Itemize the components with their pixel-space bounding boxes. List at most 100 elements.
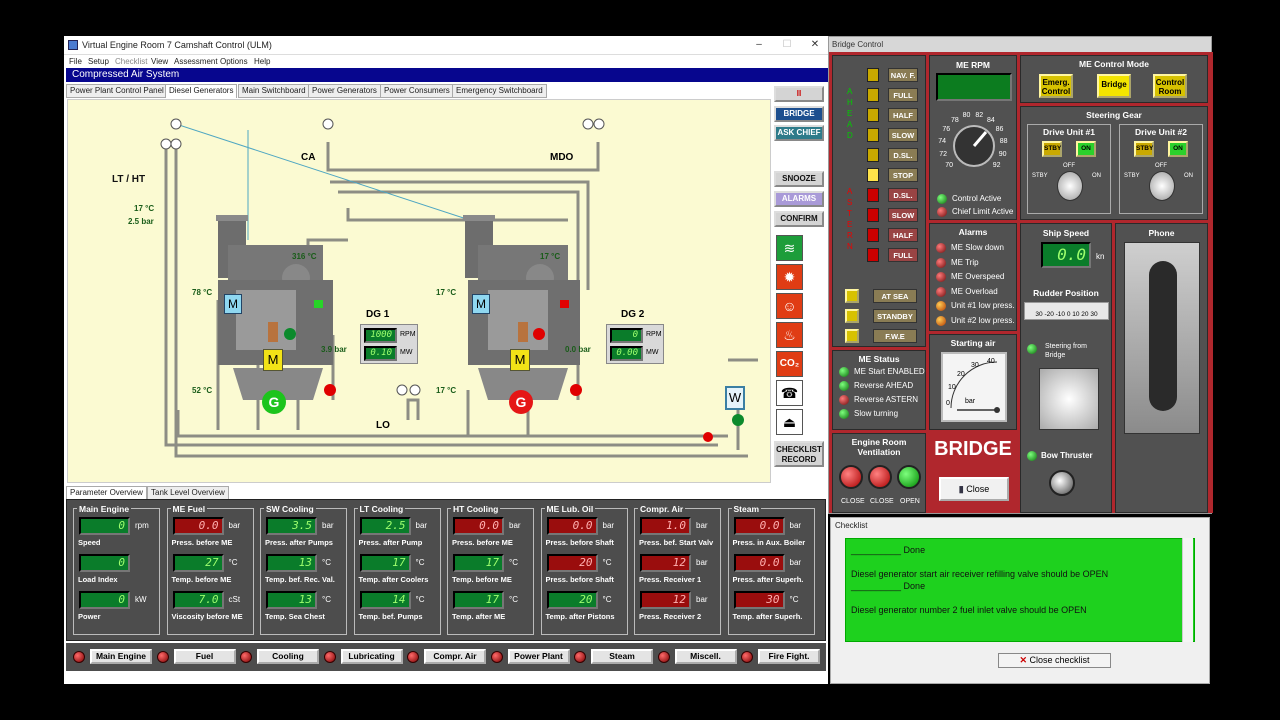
tab-power-generators[interactable]: Power Generators xyxy=(308,84,381,98)
param-group-0: Main Engine 0 rpm Speed 0 Load Index 0 kW Power xyxy=(73,504,160,635)
system-button-lubricating[interactable]: Lubricating xyxy=(340,649,403,664)
emerg-control-button[interactable]: Emerg. Control xyxy=(1039,74,1073,98)
param-label: Temp. bef. Pumps xyxy=(358,612,423,621)
bow-thruster-knob[interactable] xyxy=(1049,470,1075,496)
bilge-icon[interactable]: ≋ xyxy=(776,235,803,261)
du2-off-label: OFF xyxy=(1155,163,1167,169)
minimize-button[interactable]: – xyxy=(752,38,766,52)
param-label: Press. before Shaft xyxy=(545,575,614,584)
system-alarm-lamp xyxy=(741,651,753,663)
menu-options[interactable]: Options xyxy=(220,57,248,66)
control-room-button[interactable]: Control Room xyxy=(1153,74,1187,98)
menu-assessment[interactable]: Assessment xyxy=(174,57,218,66)
steering-wheel-icon[interactable] xyxy=(1039,368,1099,430)
dg1-motor-m[interactable]: M xyxy=(224,294,242,314)
dg2-motor-m[interactable]: M xyxy=(472,294,490,314)
telegraph-ahead-slow[interactable]: SLOW xyxy=(888,128,918,142)
du2-on-button[interactable]: ON xyxy=(1168,141,1188,157)
tab-power-consumers[interactable]: Power Consumers xyxy=(380,84,454,98)
du1-on-button[interactable]: ON xyxy=(1076,141,1096,157)
dg1-generator-g[interactable]: G xyxy=(262,390,286,414)
dg1-pump-m[interactable]: M xyxy=(263,349,283,371)
bridge-mode-button[interactable]: Bridge xyxy=(1097,74,1131,98)
system-button-cooling[interactable]: Cooling xyxy=(257,649,319,664)
tab-diesel-generators[interactable]: Diesel Generators xyxy=(165,84,238,98)
telegraph-astern-dsl[interactable]: D.SL. xyxy=(888,188,918,202)
close-checklist-button[interactable]: ✕ Close checklist xyxy=(998,653,1111,668)
fire-icon[interactable]: ♨ xyxy=(776,322,803,348)
me-status-label: ME Start ENABLED xyxy=(854,367,925,376)
at-sea-button[interactable]: AT SEA xyxy=(873,289,917,303)
alarms-button[interactable]: ALARMS xyxy=(774,191,824,207)
system-button-steam[interactable]: Steam xyxy=(591,649,653,664)
close-window-button[interactable]: ✕ xyxy=(808,38,822,52)
system-button-compr-air[interactable]: Compr. Air xyxy=(424,649,486,664)
du1-stby-button[interactable]: STBY xyxy=(1042,141,1062,157)
du2-stby-button[interactable]: STBY xyxy=(1134,141,1154,157)
menu-checklist[interactable]: Checklist xyxy=(115,57,147,66)
phone-handset-icon[interactable] xyxy=(1124,242,1200,434)
checklist-scrollbar[interactable] xyxy=(1182,538,1193,642)
telegraph-ahead-navf[interactable]: NAV. F. xyxy=(888,68,918,82)
co2-icon[interactable]: CO₂ xyxy=(776,351,803,377)
telegraph-astern-full[interactable]: FULL xyxy=(888,248,918,262)
pause-button[interactable]: II xyxy=(774,86,824,102)
menu-setup[interactable]: Setup xyxy=(88,57,109,66)
param-label: Load Index xyxy=(78,575,118,584)
air-tick-0: 0 xyxy=(946,400,950,407)
vent-2-button[interactable] xyxy=(868,465,892,489)
system-button-fire-fight[interactable]: Fire Fight. xyxy=(758,649,820,664)
telegraph-astern-slow[interactable]: SLOW xyxy=(888,208,918,222)
ship-speed-display: 0.0 xyxy=(1041,242,1091,268)
gear-alarm-icon[interactable]: ✹ xyxy=(776,264,803,290)
dg1-exhaust-temp: 316 °C xyxy=(292,252,317,261)
telegraph-ahead-half[interactable]: HALF xyxy=(888,108,918,122)
phone-icon[interactable]: ☎ xyxy=(776,380,803,406)
param-unit: °C xyxy=(322,595,331,604)
system-alarm-lamp xyxy=(323,651,336,663)
standby-button[interactable]: STANDBY xyxy=(873,309,917,323)
fwe-button[interactable]: F.W.E xyxy=(873,329,917,343)
menu-view[interactable]: View xyxy=(151,57,168,66)
tab-main-switchboard[interactable]: Main Switchboard xyxy=(238,84,310,98)
vent-1-button[interactable] xyxy=(839,465,863,489)
snooze-button[interactable]: SNOOZE xyxy=(774,171,824,187)
menu-help[interactable]: Help xyxy=(254,57,270,66)
bridge-title: Bridge Control xyxy=(832,40,884,49)
telegraph-lamp xyxy=(867,228,879,242)
menu-bar: File Setup Checklist View Assessment Opt… xyxy=(64,55,828,68)
vent-3-button[interactable] xyxy=(897,465,921,489)
heat-exchanger-w[interactable]: W xyxy=(725,386,745,410)
du2-selector-knob[interactable] xyxy=(1149,171,1175,201)
tab-tank-level-overview[interactable]: Tank Level Overview xyxy=(147,486,229,500)
dg2-pump-m[interactable]: M xyxy=(510,349,530,371)
menu-file[interactable]: File xyxy=(69,57,82,66)
checklist-record-button[interactable]: CHECKLIST RECORD xyxy=(774,441,824,467)
system-button-power-plant[interactable]: Power Plant xyxy=(507,649,570,664)
maximize-button[interactable]: ☐ xyxy=(780,38,794,52)
telegraph-lamp xyxy=(867,168,879,182)
person-alarm-icon[interactable]: ☺ xyxy=(776,293,803,319)
rpm-tick-label: 74 xyxy=(938,138,947,146)
alarm-bell-icon[interactable]: ⏏ xyxy=(776,409,803,435)
system-button-main-engine[interactable]: Main Engine xyxy=(90,649,152,664)
dg2-generator-g[interactable]: G xyxy=(509,390,533,414)
telegraph-ahead-full[interactable]: FULL xyxy=(888,88,918,102)
du1-selector-knob[interactable] xyxy=(1057,171,1083,201)
bridge-button[interactable]: BRIDGE xyxy=(774,106,824,122)
bridge-close-button[interactable]: ▮ Close xyxy=(939,477,1009,501)
system-button-miscell[interactable]: Miscell. xyxy=(674,649,737,664)
telegraph-astern-half[interactable]: HALF xyxy=(888,228,918,242)
tab-parameter-overview[interactable]: Parameter Overview xyxy=(66,486,147,500)
ventilation-title: Engine Room Ventilation xyxy=(851,437,907,457)
me-status-label: Reverse ASTERN xyxy=(854,395,919,404)
dg1-lt-temp: 52 °C xyxy=(192,386,213,395)
system-button-fuel[interactable]: Fuel xyxy=(173,649,236,664)
telegraph-ahead-stop[interactable]: STOP xyxy=(888,168,918,182)
ask-chief-button[interactable]: ASK CHIEF xyxy=(774,125,824,141)
tab-emergency-switchboard[interactable]: Emergency Switchboard xyxy=(452,84,547,98)
lt-pressure-readout: 2.5 bar xyxy=(128,217,154,226)
telegraph-ahead-dsl[interactable]: D.SL. xyxy=(888,148,918,162)
confirm-button[interactable]: CONFIRM xyxy=(774,211,824,227)
tab-power-plant-control-panel[interactable]: Power Plant Control Panel xyxy=(66,84,168,98)
